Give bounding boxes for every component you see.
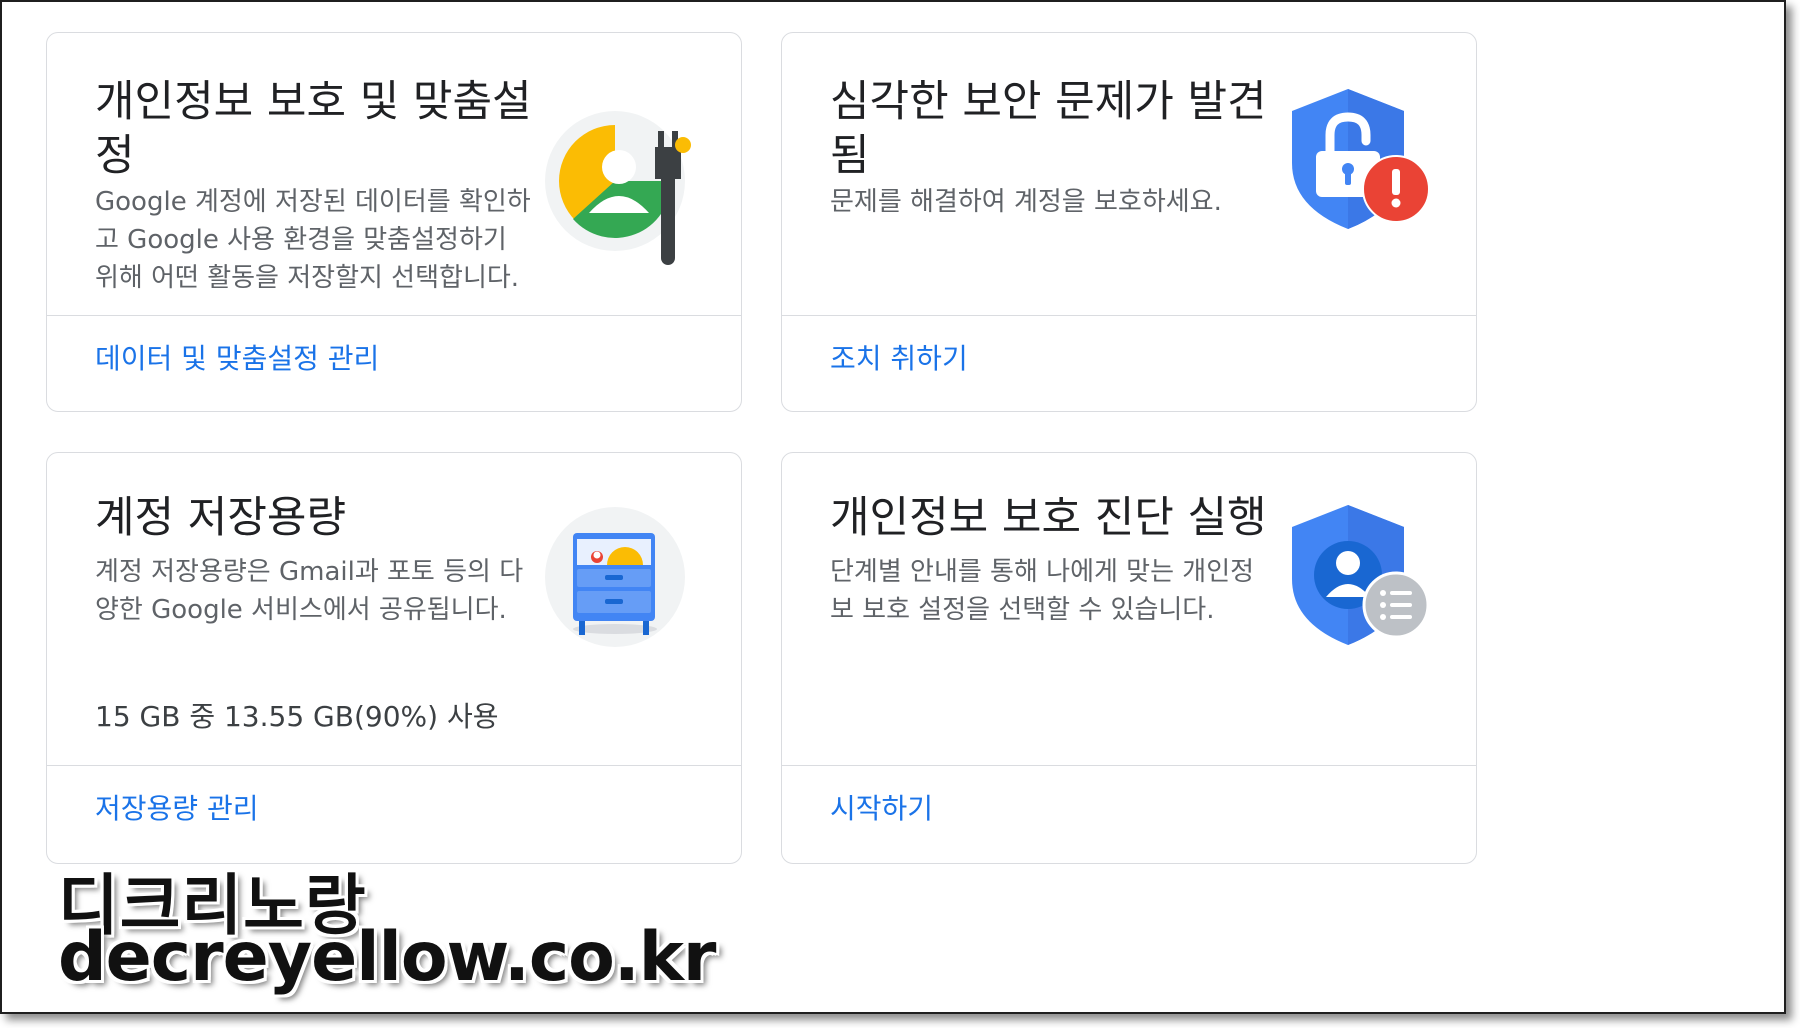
privacy-checkup-card: 개인정보 보호 진단 실행 단계별 안내를 통해 나에게 맞는 개인정 보 보호…: [781, 452, 1477, 864]
card-description: 계정 저장용량은 Gmail과 포토 등의 다 양한 Google 서비스에서 …: [95, 557, 524, 625]
card-title: 개인정보 보호 진단 실행: [830, 493, 1267, 543]
card-divider: [47, 765, 741, 766]
account-storage-card: 계정 저장용량 계정 저장용량은 Gmail과 포토 등의 다 양한 Googl…: [46, 452, 742, 864]
security-issue-card: 심각한 보안 문제가 발견 됨 문제를 해결하여 계정을 보호하세요. 조치 취…: [781, 32, 1477, 412]
card-title: 계정 저장용량: [95, 493, 347, 543]
storage-drawer-icon: [545, 507, 685, 647]
card-description: 문제를 해결하여 계정을 보호하세요.: [830, 187, 1222, 217]
start-checkup-link[interactable]: 시작하기: [830, 789, 933, 829]
privacy-personalization-card: 개인정보 보호 및 맞춤설 정 Google 계정에 저장된 데이터를 확인하 …: [46, 32, 742, 412]
manage-storage-link[interactable]: 저장용량 관리: [95, 789, 258, 829]
watermark-url-text: decreyellow.co.kr: [58, 918, 716, 997]
card-title: 심각한 보안 문제가 발견 됨: [830, 77, 1267, 181]
privacy-personalization-icon: [545, 111, 691, 265]
card-description: 단계별 안내를 통해 나에게 맞는 개인정 보 보호 설정을 선택할 수 있습니…: [830, 557, 1255, 625]
privacy-checkup-shield-icon: [1292, 505, 1430, 645]
card-divider: [47, 315, 741, 316]
card-divider: [782, 765, 1476, 766]
manage-data-personalization-link[interactable]: 데이터 및 맞춤설정 관리: [95, 339, 379, 379]
card-description: Google 계정에 저장된 데이터를 확인하 고 Google 사용 환경을 …: [95, 187, 531, 293]
security-alert-shield-icon: [1292, 89, 1430, 229]
card-divider: [782, 315, 1476, 316]
card-title: 개인정보 보호 및 맞춤설 정: [95, 77, 532, 181]
storage-usage-text: 15 GB 중 13.55 GB(90%) 사용: [95, 700, 499, 733]
take-action-link[interactable]: 조치 취하기: [830, 339, 968, 379]
